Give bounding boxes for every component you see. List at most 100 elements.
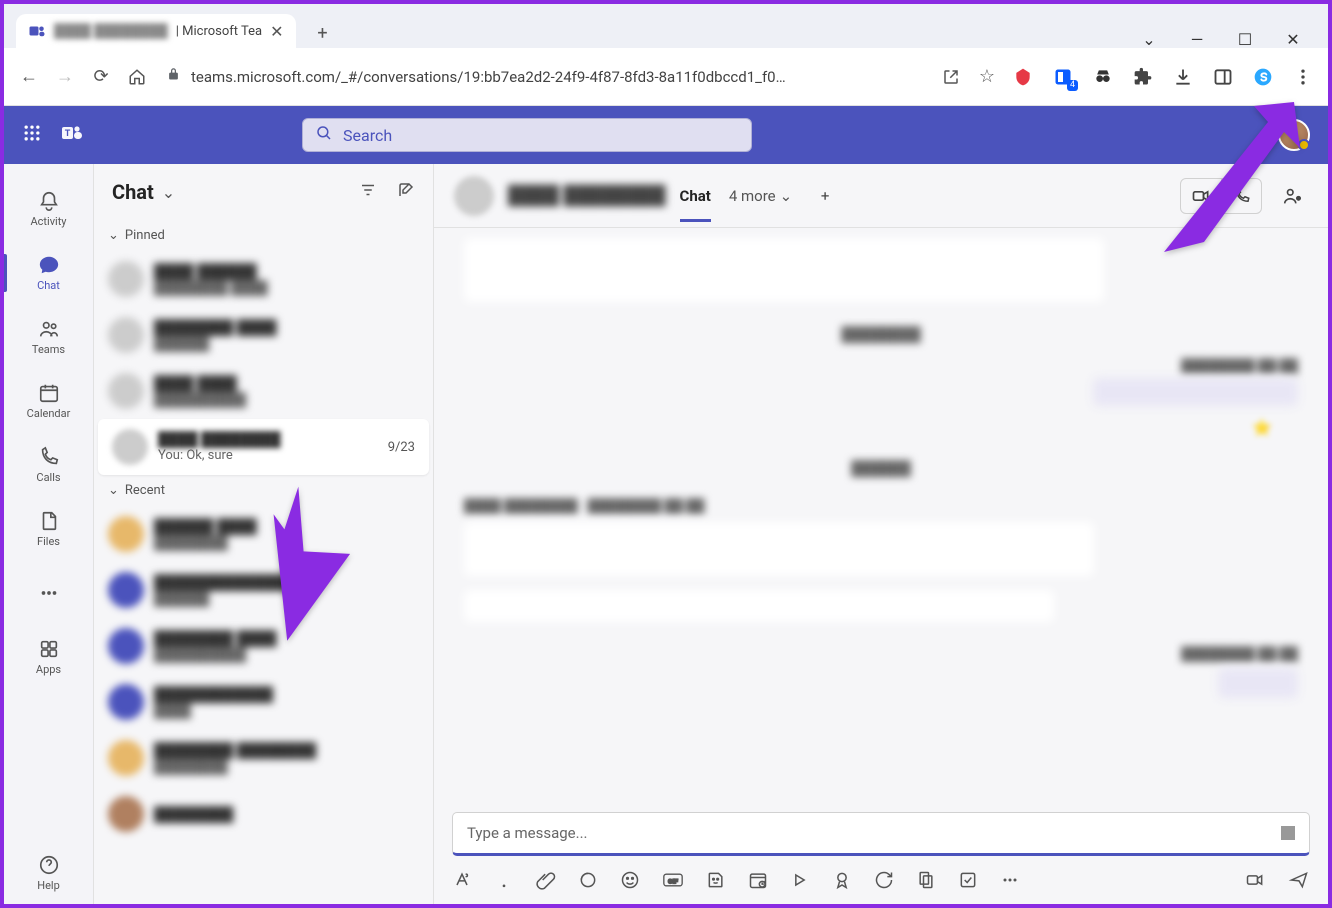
caret-icon: ⌄ — [108, 483, 119, 498]
extension-badge: 4 — [1067, 80, 1078, 91]
add-tab-button[interactable]: + — [810, 181, 840, 211]
approvals-icon[interactable] — [832, 870, 852, 894]
user-avatar[interactable] — [1278, 119, 1310, 151]
composer-caret-icon — [1281, 826, 1295, 840]
chat-item[interactable]: ████████████████ — [94, 674, 433, 730]
more-actions-icon[interactable] — [1000, 870, 1020, 894]
svg-text:GIF: GIF — [668, 877, 678, 885]
loop-icon[interactable] — [578, 870, 598, 894]
back-button[interactable]: ← — [18, 66, 40, 88]
teams-search[interactable]: Search — [302, 118, 752, 152]
app-launcher-icon[interactable] — [22, 123, 42, 147]
chat-item[interactable]: ████████ ████████████████ — [94, 730, 433, 786]
video-call-icon[interactable] — [1181, 179, 1221, 213]
tab-close-icon[interactable]: ✕ — [270, 22, 283, 41]
chat-item[interactable]: ██████████████████████ — [94, 562, 433, 618]
forward-button[interactable]: → — [54, 66, 76, 88]
message-composer[interactable]: Type a message... — [452, 812, 1310, 856]
search-placeholder: Search — [343, 126, 392, 145]
downloads-icon[interactable] — [1172, 66, 1194, 88]
chat-item[interactable]: ████████ — [94, 786, 433, 842]
bookmark-star-icon[interactable]: ☆ — [976, 66, 998, 88]
browser-tab[interactable]: ████ ████████ | Microsoft Tea ✕ — [16, 14, 296, 48]
chat-item[interactable]: ████ ██████████████ ████ — [94, 251, 433, 307]
rail-calls[interactable]: Calls — [4, 434, 93, 496]
minimize-window-icon[interactable]: — — [1188, 30, 1206, 48]
updates-icon[interactable] — [874, 870, 894, 894]
rail-more[interactable] — [4, 562, 93, 624]
maximize-window-icon[interactable]: ☐ — [1236, 30, 1254, 48]
video-clip-icon[interactable] — [1244, 870, 1266, 894]
own-message-bubble — [1218, 668, 1298, 698]
audio-call-icon[interactable] — [1221, 179, 1261, 213]
conversation-body[interactable]: ████████ ████████ ██:██ ⭐ ██████ ████ ██… — [434, 228, 1328, 812]
address-bar[interactable]: teams.microsoft.com/_#/conversations/19:… — [162, 60, 926, 94]
new-tab-button[interactable]: + — [308, 18, 338, 48]
rail-activity[interactable]: Activity — [4, 178, 93, 240]
chat-item[interactable]: ████████ ██████████ — [94, 307, 433, 363]
viva-insights-icon[interactable] — [916, 870, 936, 894]
message-timestamp: ████████ ██:██ — [1181, 358, 1298, 374]
gif-icon[interactable]: GIF — [662, 870, 684, 894]
close-window-icon[interactable]: ✕ — [1284, 30, 1302, 48]
recent-section-header[interactable]: ⌄ Recent — [94, 475, 433, 506]
left-rail: Activity Chat Teams Calendar Calls Files — [4, 164, 94, 904]
tab-title-blurred: ████ ████████ — [54, 23, 168, 39]
new-chat-icon[interactable] — [397, 181, 415, 203]
send-icon[interactable] — [1288, 870, 1310, 894]
date-separator: ██████ — [851, 460, 911, 477]
conv-more-tabs[interactable]: 4 more ⌄ — [729, 187, 792, 205]
sticker-icon[interactable] — [706, 870, 726, 894]
pinned-section-header[interactable]: ⌄ Pinned — [94, 220, 433, 251]
chevron-down-icon[interactable]: ⌄ — [162, 183, 175, 202]
browser-menu-icon[interactable] — [1292, 66, 1314, 88]
message-bubble — [464, 238, 1104, 302]
share-url-icon[interactable] — [940, 66, 962, 88]
extension-panel-icon[interactable]: 4 — [1052, 66, 1074, 88]
emoji-icon[interactable] — [620, 870, 640, 894]
message-bubble — [464, 590, 1054, 622]
format-icon[interactable] — [452, 870, 472, 894]
chat-item[interactable]: ████████ ██████████████ — [94, 618, 433, 674]
more-tabs-label: 4 more — [729, 187, 776, 205]
teams-app: T Search Activity Chat Teams — [4, 106, 1328, 904]
tab-strip: ████ ████████ | Microsoft Tea ✕ + ⌄ — ☐ … — [4, 4, 1328, 48]
recent-label: Recent — [125, 483, 165, 498]
side-panel-icon[interactable] — [1212, 66, 1234, 88]
extension-s-icon[interactable] — [1252, 66, 1274, 88]
conv-tab-chat[interactable]: Chat — [680, 187, 711, 222]
polls-icon[interactable] — [958, 870, 978, 894]
date-separator: ████████ — [841, 326, 920, 343]
reload-button[interactable]: ⟳ — [90, 66, 112, 88]
home-button[interactable] — [126, 66, 148, 88]
extension-incognito-icon[interactable] — [1092, 66, 1114, 88]
chat-item[interactable]: ██████ ████████████ — [94, 506, 433, 562]
priority-icon[interactable] — [494, 870, 514, 894]
rail-help[interactable]: Help — [4, 842, 93, 904]
attach-icon[interactable] — [536, 870, 556, 894]
teams-body: Activity Chat Teams Calendar Calls Files — [4, 164, 1328, 904]
rail-apps[interactable]: Apps — [4, 626, 93, 688]
extensions-menu-icon[interactable] — [1132, 66, 1154, 88]
rail-chat[interactable]: Chat — [4, 242, 93, 304]
chat-item-name: ████ ████████ — [158, 431, 378, 448]
extension-adblock-icon[interactable] — [1012, 66, 1034, 88]
teams-logo-icon[interactable]: T — [60, 121, 84, 149]
rail-label: Calls — [36, 471, 60, 484]
message-bubble — [464, 522, 1094, 576]
url-text: teams.microsoft.com/_#/conversations/19:… — [191, 68, 786, 86]
filter-icon[interactable] — [359, 181, 377, 203]
rail-calendar[interactable]: Calendar — [4, 370, 93, 432]
tab-title-suffix: | Microsoft Tea — [176, 24, 262, 39]
stream-icon[interactable] — [790, 870, 810, 894]
rail-files[interactable]: Files — [4, 498, 93, 560]
chevron-down-icon[interactable]: ⌄ — [1140, 30, 1158, 48]
rail-teams[interactable]: Teams — [4, 306, 93, 368]
chat-item[interactable]: ████ ██████████████ — [94, 363, 433, 419]
reaction-icon: ⭐ — [1252, 418, 1272, 437]
chat-item-selected[interactable]: ████ ████████ You: Ok, sure 9/23 — [98, 419, 429, 475]
teams-favicon — [28, 22, 46, 40]
schedule-send-icon[interactable] — [748, 870, 768, 894]
rail-label: Calendar — [27, 407, 71, 420]
add-people-icon[interactable] — [1278, 181, 1308, 211]
